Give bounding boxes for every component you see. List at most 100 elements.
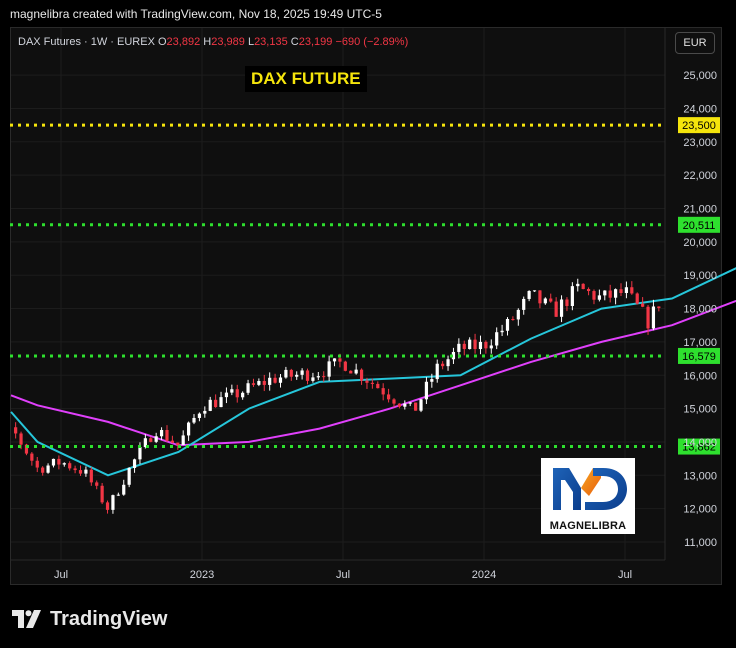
candle-body [468,339,472,350]
candle-body [424,381,429,400]
candle-body [246,383,250,393]
candle-body [559,299,564,317]
candle-body [343,361,347,371]
candle-body [597,295,601,300]
price-axis: 25,000 24,000 23,000 22,000 21,000 20,000 19,0… [683,70,717,549]
y-tick-label: 23,000 [683,137,717,149]
x-tick-label: Jul [54,569,68,581]
level-price-label: 23,500 [682,120,716,132]
candle-body [522,298,526,310]
tradingview-name: TradingView [50,607,168,630]
candle-body [370,382,374,384]
candle-body [51,458,56,466]
candle-body [430,379,434,382]
candle-body [614,289,618,298]
level-price-label: 20,511 [683,220,716,232]
candle-body [386,394,391,400]
candle-body [462,343,466,350]
candle-body [500,330,504,333]
open-value: 23,892 [166,36,201,48]
candle-body [219,397,223,408]
candle-body [630,287,634,294]
y-tick-label: 24,000 [683,103,717,115]
candles [14,278,661,514]
candle-body [35,460,39,468]
candle-body [187,422,191,436]
candle-body [165,429,169,441]
candle-body [419,399,423,411]
candle-body [295,374,299,377]
candle-body [214,399,218,408]
candle-body [332,358,337,362]
y-tick-label: 20,000 [683,237,717,249]
candle-body [570,286,574,306]
change-value: −690 (−2.89%) [335,36,409,48]
candle-body [392,399,396,404]
y-tick-label: 22,000 [683,170,717,182]
candle-body [511,318,515,320]
candle-body [543,298,547,304]
candle-body [95,482,99,486]
candle-body [235,389,239,398]
x-tick-label: Jul [336,569,350,581]
candle-body [516,309,520,320]
candle-body [354,369,358,374]
candle-body [197,413,202,418]
candle-body [89,469,93,483]
candle-body [19,433,23,445]
tradingview-brand[interactable]: TradingView [12,606,167,632]
candle-body [176,442,180,445]
candle-body [78,470,83,474]
candle-body [473,339,477,350]
candle-body [57,458,61,465]
candle-body [224,392,229,398]
chart-annotation: DAX FUTURE [245,66,367,92]
candle-body [441,363,445,367]
symbol-name: DAX Futures · 1W · EUREX [18,36,155,48]
x-tick-label: 2023 [190,569,214,581]
candle-body [338,358,342,362]
candle-body [181,435,185,445]
x-tick-label: Jul [618,569,632,581]
candle-body [457,343,461,352]
candle-body [300,370,304,375]
candle-body [619,289,623,293]
candle-body [581,283,585,290]
candle-body [651,306,656,329]
candle-body [68,463,72,469]
tradingview-logo-icon [12,610,41,628]
magnelibra-md-logo-icon [553,468,627,510]
currency-selector[interactable]: EUR [675,32,715,54]
candle-body [359,369,364,381]
candle-body [138,447,142,460]
moving-averages [10,267,736,477]
candle-body [105,502,110,510]
candle-body [208,399,212,411]
time-axis: Jul2023Jul2024Jul2025Jul2026Jul [54,569,632,581]
candle-body [278,377,283,383]
candle-body [84,469,88,474]
candle-body [489,345,493,349]
candle-body [241,392,245,398]
ma-slow-line [10,299,736,447]
candle-body [624,287,629,293]
close-label: C [290,36,299,48]
candle-body [230,389,234,393]
low-value: 23,135 [254,36,288,48]
candle-body [381,388,385,395]
ma-fast-line [10,267,736,477]
horizontal-levels: 23,50020,51116,57913,862 [10,117,720,455]
open-label: O [157,36,167,48]
candle-body [397,403,401,407]
y-tick-label: 16,000 [683,370,717,382]
chart-canvas[interactable]: 23,50020,51116,57913,862 25,00024,00023,… [0,0,736,648]
y-tick-label: 21,000 [683,204,717,216]
candle-body [349,370,353,374]
candle-body [505,318,510,331]
candle-body [41,467,45,473]
candle-body [592,291,596,300]
candle-body [122,484,126,495]
candle-body [641,303,645,307]
logo-text: MAGNELIBRA [549,520,627,532]
candle-body [159,429,164,437]
